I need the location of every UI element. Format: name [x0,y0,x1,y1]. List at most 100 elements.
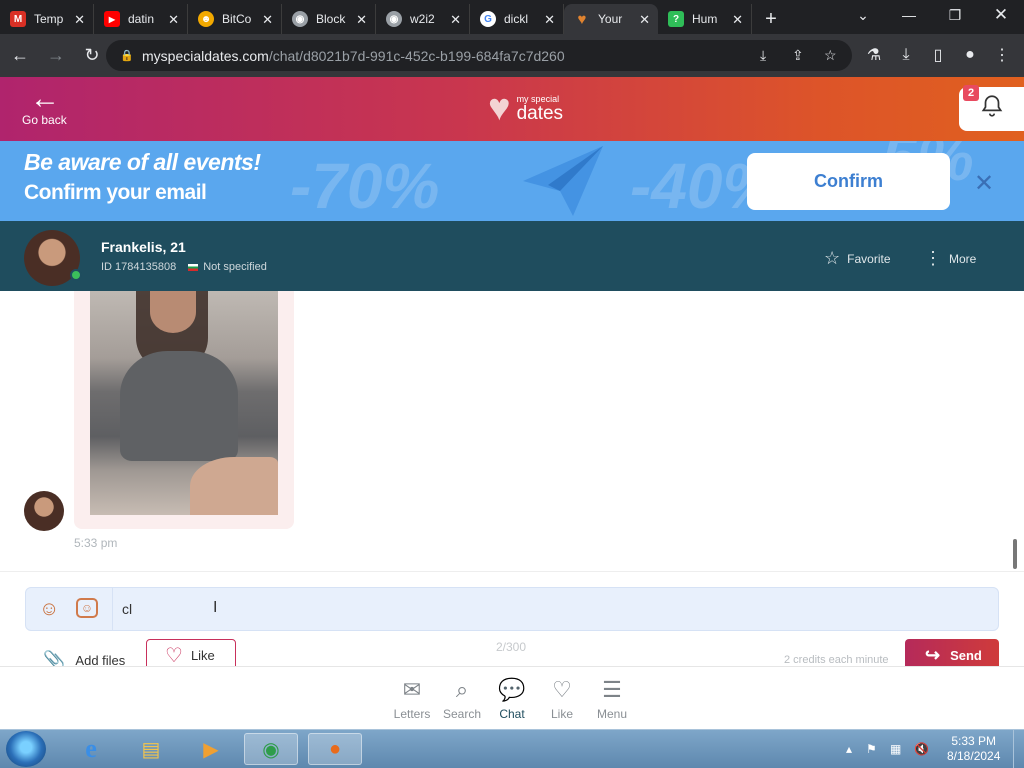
confirm-email-banner: -70% -40% -5% Be aware of all events! Co… [0,141,1024,221]
close-tab-icon[interactable]: ✕ [544,12,555,28]
restore-window-button[interactable]: ❐ [932,0,978,30]
tab-title: w2i2 [410,12,435,26]
bitcoin-favicon-icon: ☻ [198,11,214,27]
banner-bg-text: -70% [290,150,440,221]
more-vertical-icon: ⋮ [924,248,942,268]
back-arrow-icon[interactable]: ← [4,40,36,72]
favorite-label: Favorite [847,251,891,266]
nav-label: Search [442,707,482,721]
send-label: Send [950,647,982,663]
notifications-button[interactable]: 2 [959,85,1024,131]
network-icon[interactable]: ▦ [890,742,901,756]
tab-title: Block [316,12,346,26]
more-label: More [949,251,977,266]
chrome-taskbar-icon[interactable]: ◉ [244,733,298,765]
share-icon[interactable]: ⇪ [792,47,804,64]
close-tab-icon[interactable]: ✕ [262,12,273,28]
credits-note: 2 credits each minute [784,654,889,666]
profile-meta: ID 1784135808 Not specified [101,261,267,273]
message-timestamp: 5:33 pm [74,536,118,550]
media-player-icon[interactable]: ▶ [184,733,238,765]
message-input[interactable] [122,599,982,619]
close-tab-icon[interactable]: ✕ [168,12,179,28]
close-tab-icon[interactable]: ✕ [356,12,367,28]
file-explorer-icon[interactable]: ▤ [124,733,178,765]
close-tab-icon[interactable]: ✕ [732,12,743,28]
bookmark-star-icon[interactable]: ☆ [824,47,837,64]
minimize-window-button[interactable]: — [886,0,932,30]
like-label: Like [190,647,215,663]
clock-time: 5:33 PM [951,734,997,748]
text-cursor-icon: I [213,599,218,616]
sender-avatar[interactable] [24,491,64,531]
volume-muted-icon[interactable]: 🔇 [914,742,929,756]
close-tab-icon[interactable]: ✕ [639,12,650,28]
browser-tab-active[interactable]: ♥ Your ✕ [564,4,658,34]
nav-label: Letters [393,707,431,721]
close-tab-icon[interactable]: ✕ [450,12,461,28]
system-clock[interactable]: 5:33 PM 8/18/2024 [947,734,1000,764]
browser-tab[interactable]: ? Hum ✕ [658,4,752,34]
profile-name[interactable]: Frankelis, 21 [101,239,186,255]
url-path: /chat/d8021b7d-991c-452c-b199-684fa7c7d2… [268,47,565,64]
address-bar[interactable]: 🔒 myspecialdates.com/chat/d8021b7d-991c-… [106,40,852,71]
close-tab-icon[interactable]: ✕ [74,12,85,28]
chat-messages: 5:33 pm [0,291,1024,571]
site-header: ← Go back ♥ my special dates 2 [0,77,1024,141]
confirm-email-button[interactable]: Confirm [747,153,950,210]
reload-icon[interactable]: ↻ [76,40,108,72]
favorite-button[interactable]: ☆ Favorite [824,248,891,269]
show-desktop-button[interactable] [1013,730,1024,768]
install-app-icon[interactable]: ⤓ [760,47,766,64]
nav-item-menu[interactable]: ☰ Menu [582,677,642,721]
url-domain: myspecialdates.com [142,47,269,64]
tab-search-chevron-icon[interactable]: ⌄ [840,0,886,30]
browser-tab[interactable]: ▶ datin ✕ [94,4,188,34]
star-icon: ☆ [824,248,841,268]
side-panel-icon[interactable]: ▯ [924,40,952,70]
question-favicon-icon: ? [668,11,684,27]
browser-tab[interactable]: ☻ BitCo ✕ [188,4,282,34]
site-logo[interactable]: ♥ my special dates [488,89,563,127]
browser-tab[interactable]: M Temp ✕ [0,4,94,34]
tab-title: dickl [504,12,529,26]
shared-photo[interactable] [90,291,278,515]
paper-plane-icon [523,146,603,216]
close-window-button[interactable]: ✕ [978,0,1024,30]
download-icon[interactable]: ⤓ [892,40,920,70]
back-arrow-icon: ← [30,82,60,115]
close-banner-icon[interactable]: ✕ [974,169,994,198]
banner-subtitle: Confirm your email [24,181,207,204]
message-input-box: ☺ ☺ [25,587,999,631]
labs-flask-icon[interactable]: ⚗ [860,40,888,70]
nav-label: Chat [499,707,525,721]
emoji-icon[interactable]: ☺ [39,598,59,621]
photo-message[interactable] [74,291,294,529]
browser-menu-icon[interactable]: ⋮ [988,40,1016,70]
browser-tab[interactable]: ◉ Block ✕ [282,4,376,34]
country-flag-icon [188,263,199,271]
start-button[interactable] [6,731,46,767]
notification-badge: 2 [963,85,979,101]
forward-arrow-icon[interactable]: → [40,40,72,72]
menu-icon: ☰ [602,677,622,702]
go-back-button[interactable]: ← Go back [22,82,67,128]
sticker-icon[interactable]: ☺ [76,598,98,618]
online-status-dot [70,269,82,281]
internet-explorer-icon[interactable]: e [64,733,118,765]
profile-icon[interactable]: ● [956,40,984,70]
avast-taskbar-icon[interactable]: ● [308,733,362,765]
tab-title: datin [128,12,155,26]
windows-taskbar: e ▤ ▶ ◉ ● ▴ ⚑ ▦ 🔇 5:33 PM 8/18/2024 [0,729,1024,768]
browser-tab[interactable]: ◉ w2i2 ✕ [376,4,470,34]
profile-location: Not specified [203,261,267,273]
browser-tab[interactable]: Gdickl ✕ [470,4,564,34]
banner-title: Be aware of all events! [24,149,261,175]
more-button[interactable]: ⋮ More [924,248,976,269]
nav-label: Like [550,707,573,721]
bell-icon [979,93,1005,125]
new-tab-button[interactable]: + [756,4,786,34]
chat-scrollbar[interactable] [1013,539,1017,569]
action-center-flag-icon[interactable]: ⚑ [866,742,877,756]
tray-expand-icon[interactable]: ▴ [846,742,852,756]
